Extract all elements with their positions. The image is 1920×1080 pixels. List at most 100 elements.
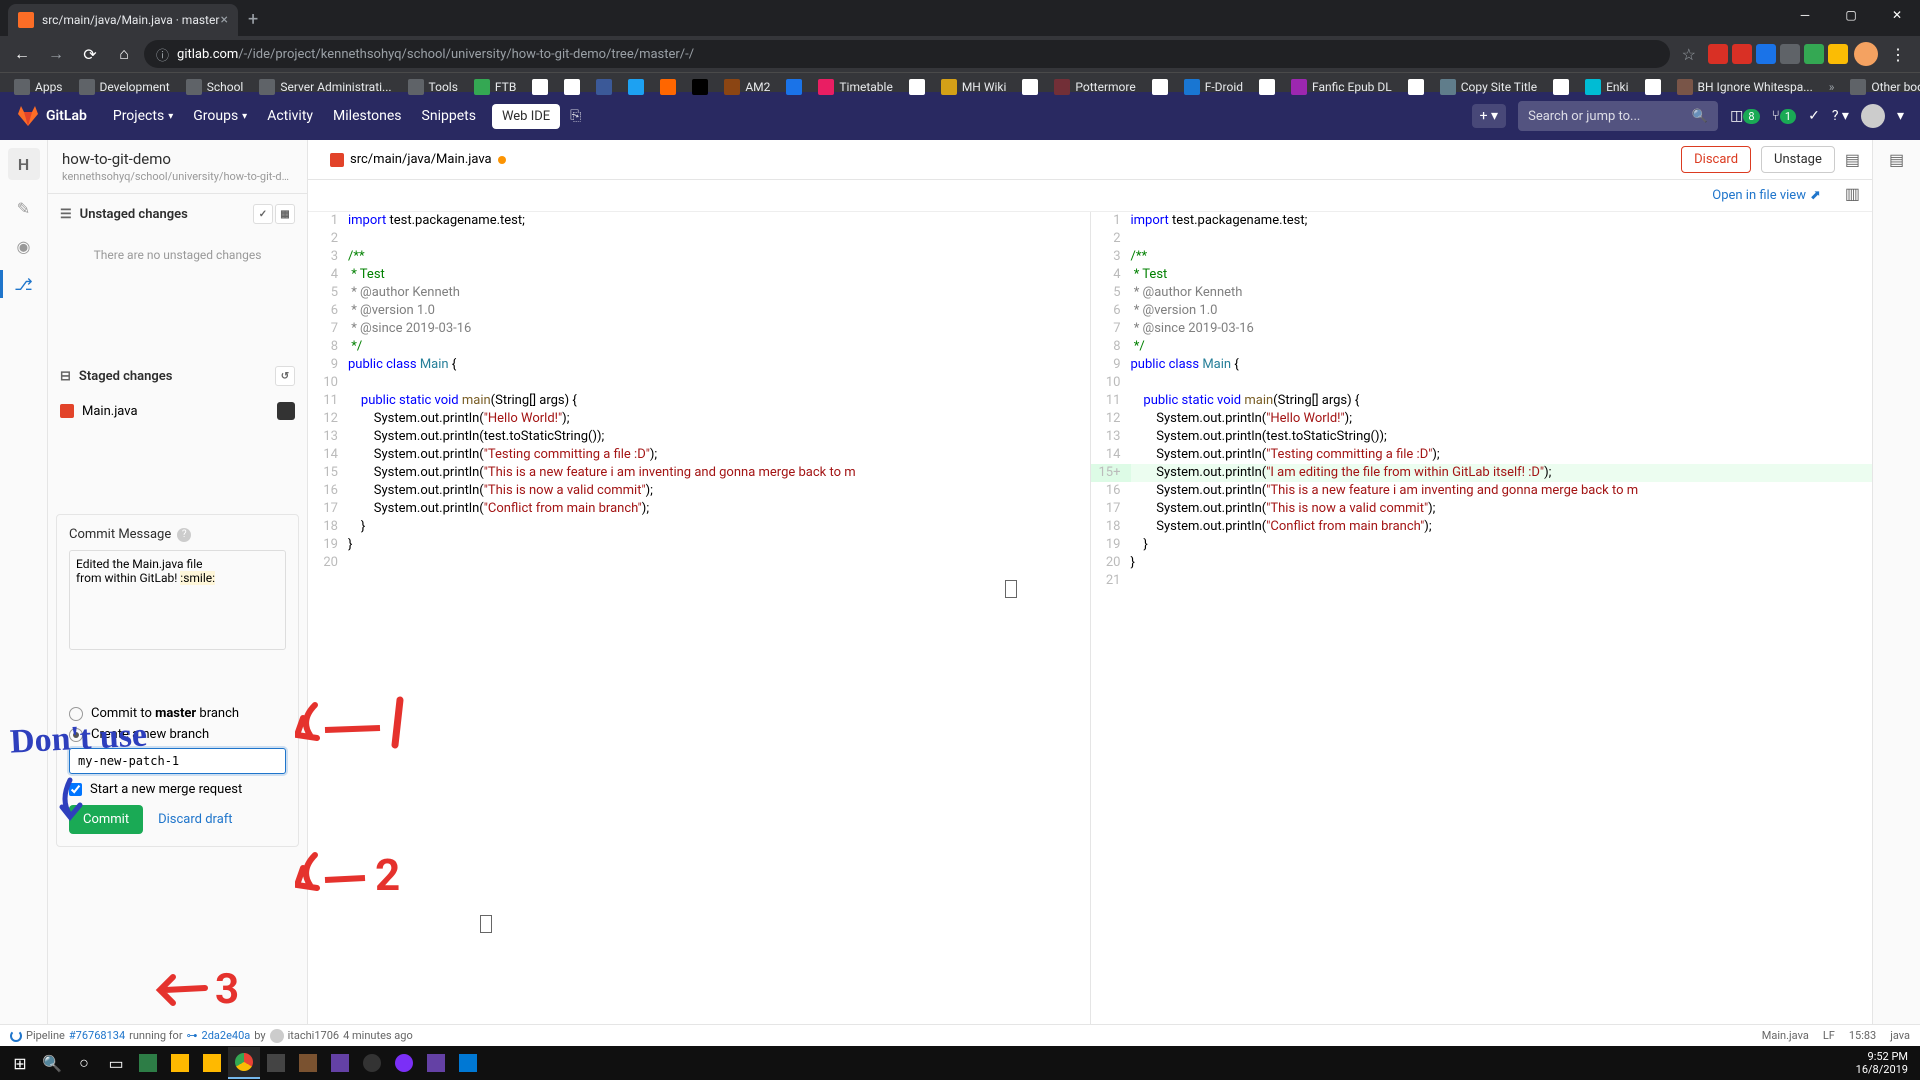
vscode-icon[interactable] bbox=[452, 1047, 484, 1079]
twitch-icon[interactable] bbox=[324, 1047, 356, 1079]
bookmark-item[interactable] bbox=[558, 77, 586, 97]
home-button[interactable]: ⌂ bbox=[110, 40, 138, 68]
bookmark-item[interactable]: Development bbox=[73, 77, 176, 97]
diff-pane-left[interactable]: 1import test.packagename.test;23/**4 * T… bbox=[308, 212, 1091, 1040]
checkbox-icon[interactable] bbox=[69, 783, 82, 796]
bookmark-item[interactable]: Timetable bbox=[812, 77, 898, 97]
bookmark-item[interactable]: Enki bbox=[1579, 77, 1634, 97]
discard-all-button[interactable]: ▦ bbox=[275, 204, 295, 224]
minimize-button[interactable]: ─ bbox=[1782, 0, 1828, 30]
clone-icon[interactable]: ⎘ bbox=[570, 108, 581, 124]
staged-header[interactable]: ⊟ Staged changes ↺ bbox=[48, 356, 307, 396]
commit-button[interactable]: Commit bbox=[69, 805, 143, 834]
bookmark-item[interactable] bbox=[590, 77, 618, 97]
app-icon[interactable] bbox=[420, 1047, 452, 1079]
app-icon[interactable] bbox=[388, 1047, 420, 1079]
start-mr-checkbox[interactable]: Start a new merge request bbox=[69, 782, 286, 797]
browser-tab[interactable]: src/main/java/Main.java · master × bbox=[8, 4, 238, 36]
forward-button[interactable]: → bbox=[42, 40, 70, 68]
help-dropdown[interactable]: ? ▾ bbox=[1832, 108, 1849, 124]
discard-draft-button[interactable]: Discard draft bbox=[151, 805, 239, 834]
create-branch-radio[interactable]: Create a new branch bbox=[69, 727, 286, 742]
unstaged-header[interactable]: ☰ Unstaged changes ✓ ▦ bbox=[48, 194, 307, 234]
nav-activity[interactable]: Activity bbox=[257, 108, 323, 124]
chrome-taskbar-icon[interactable] bbox=[228, 1047, 260, 1079]
project-avatar[interactable]: H bbox=[8, 148, 40, 180]
bookmark-item[interactable]: Tools bbox=[402, 77, 464, 97]
other-bookmarks[interactable]: Other bookmarks bbox=[1844, 77, 1920, 97]
search-taskbar-icon[interactable]: 🔍 bbox=[36, 1047, 68, 1079]
bookmark-item[interactable]: AM2 bbox=[718, 77, 776, 97]
task-view-icon[interactable]: ▭ bbox=[100, 1047, 132, 1079]
bookmark-item[interactable] bbox=[622, 77, 650, 97]
toggle-right-rail-icon[interactable]: ▥ bbox=[1845, 184, 1860, 207]
bookmark-item[interactable] bbox=[654, 77, 682, 97]
extension-icon[interactable] bbox=[1708, 44, 1728, 64]
maximize-button[interactable]: ▢ bbox=[1828, 0, 1874, 30]
branch-name-input[interactable] bbox=[69, 748, 286, 774]
diff-pane-right[interactable]: 1import test.packagename.test;23/**4 * T… bbox=[1091, 212, 1873, 1040]
project-header[interactable]: how-to-git-demo kennethsohyq/school/univ… bbox=[48, 140, 307, 194]
review-icon[interactable]: ◉ bbox=[14, 236, 34, 256]
nav-milestones[interactable]: Milestones bbox=[323, 108, 412, 124]
discard-button[interactable]: Discard bbox=[1681, 146, 1751, 173]
extension-icon[interactable] bbox=[1756, 44, 1776, 64]
bookmark-item[interactable]: Server Administrati... bbox=[253, 77, 397, 97]
search-input[interactable]: Search or jump to... 🔍 bbox=[1518, 101, 1718, 131]
nav-projects[interactable]: Projects ▾ bbox=[103, 108, 183, 124]
bookmark-item[interactable] bbox=[1547, 77, 1575, 97]
bookmark-item[interactable]: School bbox=[180, 77, 250, 97]
webide-button[interactable]: Web IDE bbox=[492, 104, 560, 129]
nav-groups[interactable]: Groups ▾ bbox=[183, 108, 257, 124]
pipelines-icon[interactable]: ▤ bbox=[1889, 150, 1904, 169]
bookmark-item[interactable] bbox=[1146, 77, 1174, 97]
system-tray[interactable]: 9:52 PM 16/8/2019 bbox=[1856, 1050, 1916, 1076]
new-tab-button[interactable]: + bbox=[248, 9, 258, 30]
commit-message-input[interactable]: Edited the Main.java file from within Gi… bbox=[69, 550, 286, 650]
unstage-file-button[interactable] bbox=[277, 402, 295, 420]
help-icon[interactable]: ? bbox=[177, 528, 191, 542]
profile-avatar[interactable] bbox=[1854, 42, 1878, 66]
unstage-button[interactable]: Unstage bbox=[1761, 146, 1835, 173]
mr-icon[interactable]: ⑂1 bbox=[1772, 108, 1797, 124]
extension-icon[interactable] bbox=[1780, 44, 1800, 64]
extension-icon[interactable] bbox=[1732, 44, 1752, 64]
bookmark-item[interactable]: Pottermore bbox=[1048, 77, 1141, 97]
staged-file-item[interactable]: Main.java bbox=[48, 396, 307, 426]
stage-all-button[interactable]: ✓ bbox=[253, 204, 273, 224]
bookmark-item[interactable] bbox=[903, 77, 931, 97]
bookmark-item[interactable] bbox=[1253, 77, 1281, 97]
bookmark-item[interactable] bbox=[1016, 77, 1044, 97]
explorer-icon[interactable] bbox=[164, 1047, 196, 1079]
todos-icon[interactable]: ✓ bbox=[1808, 108, 1820, 124]
menu-icon[interactable]: ⋮ bbox=[1884, 40, 1912, 68]
commit-to-master-radio[interactable]: Commit to master branch bbox=[69, 706, 286, 721]
close-tab-icon[interactable]: × bbox=[221, 12, 228, 28]
reload-button[interactable]: ⟳ bbox=[76, 40, 104, 68]
user-avatar[interactable] bbox=[1861, 104, 1885, 128]
bookmark-item[interactable] bbox=[780, 77, 808, 97]
bookmark-item[interactable] bbox=[686, 77, 714, 97]
nav-snippets[interactable]: Snippets bbox=[412, 108, 486, 124]
bookmark-item[interactable]: F-Droid bbox=[1178, 77, 1249, 97]
close-window-button[interactable]: ✕ bbox=[1874, 0, 1920, 30]
bookmark-item[interactable]: Copy Site Title bbox=[1434, 77, 1543, 97]
address-bar[interactable]: ⓘ gitlab.com/-/ide/project/kennethsohyq/… bbox=[144, 40, 1670, 68]
bookmark-item[interactable]: BH Ignore Whitespa... bbox=[1671, 77, 1819, 97]
start-button[interactable]: ⊞ bbox=[4, 1047, 36, 1079]
app-icon[interactable] bbox=[132, 1047, 164, 1079]
extension-icon[interactable] bbox=[1828, 44, 1848, 64]
bookmark-item[interactable] bbox=[1639, 77, 1667, 97]
app-icon[interactable] bbox=[292, 1047, 324, 1079]
bookmark-item[interactable] bbox=[1402, 77, 1430, 97]
bookmark-item[interactable]: FTB bbox=[468, 77, 522, 97]
bookmark-item[interactable]: Apps bbox=[8, 77, 69, 97]
issues-icon[interactable]: ◫8 bbox=[1730, 108, 1759, 124]
open-in-file-view[interactable]: Open in file view ⬈ bbox=[1700, 184, 1833, 207]
obs-icon[interactable] bbox=[356, 1047, 388, 1079]
sidebar-toggle-icon[interactable]: ▤ bbox=[1845, 150, 1860, 169]
app-icon[interactable] bbox=[196, 1047, 228, 1079]
user-dropdown-caret[interactable]: ▾ bbox=[1897, 108, 1904, 124]
bookmark-item[interactable]: MH Wiki bbox=[935, 77, 1013, 97]
back-button[interactable]: ← bbox=[8, 40, 36, 68]
